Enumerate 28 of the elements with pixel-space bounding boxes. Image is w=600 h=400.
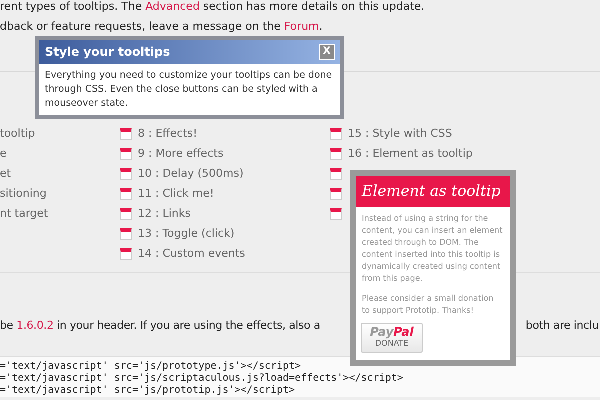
example-link[interactable]: 9 : More effects — [138, 146, 224, 162]
code-line: ='text/javascript' src='js/scriptaculous.js?load=effects'></script> — [0, 373, 404, 385]
example-link[interactable]: sitioning — [0, 186, 47, 202]
example-link[interactable]: 11 : Click me! — [138, 186, 214, 202]
example-link[interactable]: tooltip — [0, 126, 36, 142]
tooltip-text: Everything you need to customize your tooltips can be done through CSS. Even the close buttons can be styled with a mouseover state. — [44, 69, 334, 111]
example-link[interactable]: 15 : Style with CSS — [348, 126, 452, 142]
code-line: ='text/javascript' src='js/prototype.js'></script> — [0, 361, 302, 373]
tooltip-title: Style your tooltips — [45, 44, 170, 61]
close-button[interactable]: X — [319, 44, 335, 60]
install-instructions-end: both are inclu — [526, 318, 599, 334]
example-link[interactable]: nt target — [0, 206, 48, 222]
paypal-donate-button[interactable]: PayPal DONATE — [361, 323, 423, 353]
example-link[interactable]: 12 : Links — [138, 206, 191, 222]
example-link[interactable]: 10 : Delay (500ms) — [138, 166, 244, 182]
tooltip-title: Element as tooltip — [356, 176, 510, 207]
intro-text: rent types of tooltips. The Advanced section has more details on this update. — [0, 0, 426, 14]
example-link[interactable]: 16 : Element as tooltip — [348, 146, 473, 162]
example-link[interactable]: et — [0, 166, 12, 182]
intro-text: dback or feature requests, leave a message on the Forum. — [0, 20, 324, 34]
example-link[interactable]: 8 : Effects! — [138, 126, 198, 142]
install-instructions: be 1.6.0.2 in your header. If you are using the effects, also a — [0, 318, 320, 334]
example-link[interactable]: 14 : Custom events — [138, 246, 246, 262]
example-link[interactable]: 13 : Toggle (click) — [138, 226, 235, 242]
code-line: ='text/javascript' src='js/prototip.js'></script> — [0, 385, 296, 397]
example-link[interactable]: e — [0, 146, 7, 162]
tooltip-text: Instead of using a string for the content, you can insert an element created through to DOM. The content inserted into this tooltip is dynamically created using content from this page. — [362, 213, 504, 285]
tooltip-text: Please consider a small donation to support Prototip. Thanks! — [362, 293, 495, 317]
